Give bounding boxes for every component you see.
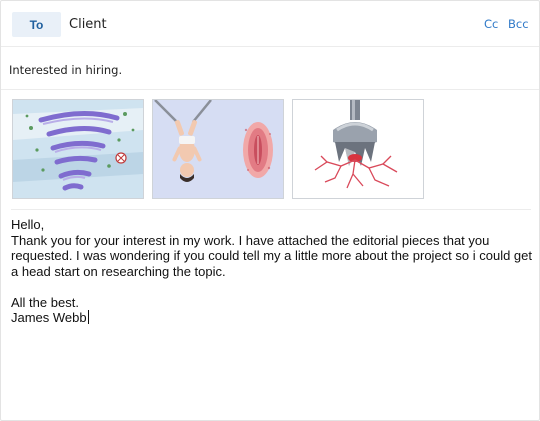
drill-cracks-illustration: [293, 100, 423, 198]
to-button[interactable]: To: [12, 12, 61, 37]
hanging-figure-illustration: [153, 100, 283, 198]
tornado-illustration: [13, 100, 143, 198]
cc-button[interactable]: Cc: [484, 17, 498, 31]
recipient-field[interactable]: Client: [69, 17, 107, 32]
attachment-thumbnail-1[interactable]: [12, 99, 144, 199]
body-greeting: Hello,: [11, 217, 45, 232]
compose-window: To Client Cc Bcc Interested in hiring. H…: [0, 0, 540, 421]
attachment-thumbnail-2[interactable]: [152, 99, 284, 199]
body-signature: James Webb: [11, 310, 87, 325]
text-cursor: [87, 310, 89, 324]
body-signature-line: James Webb: [11, 310, 533, 326]
body-signoff: All the best.: [11, 294, 79, 310]
bcc-button[interactable]: Bcc: [508, 17, 529, 31]
subject-field[interactable]: Interested in hiring.: [9, 63, 122, 77]
message-body-editor[interactable]: Hello, Thank you for your interest in my…: [11, 217, 533, 326]
to-row: To Client Cc Bcc: [1, 1, 539, 47]
attachment-thumbnail-3[interactable]: [292, 99, 424, 199]
attachments-divider: [11, 209, 531, 210]
body-blank-line: [11, 279, 533, 295]
subject-row: Interested in hiring.: [1, 47, 539, 90]
attachments-strip: [12, 99, 532, 199]
body-paragraph: Thank you for your interest in my work. …: [11, 232, 533, 279]
